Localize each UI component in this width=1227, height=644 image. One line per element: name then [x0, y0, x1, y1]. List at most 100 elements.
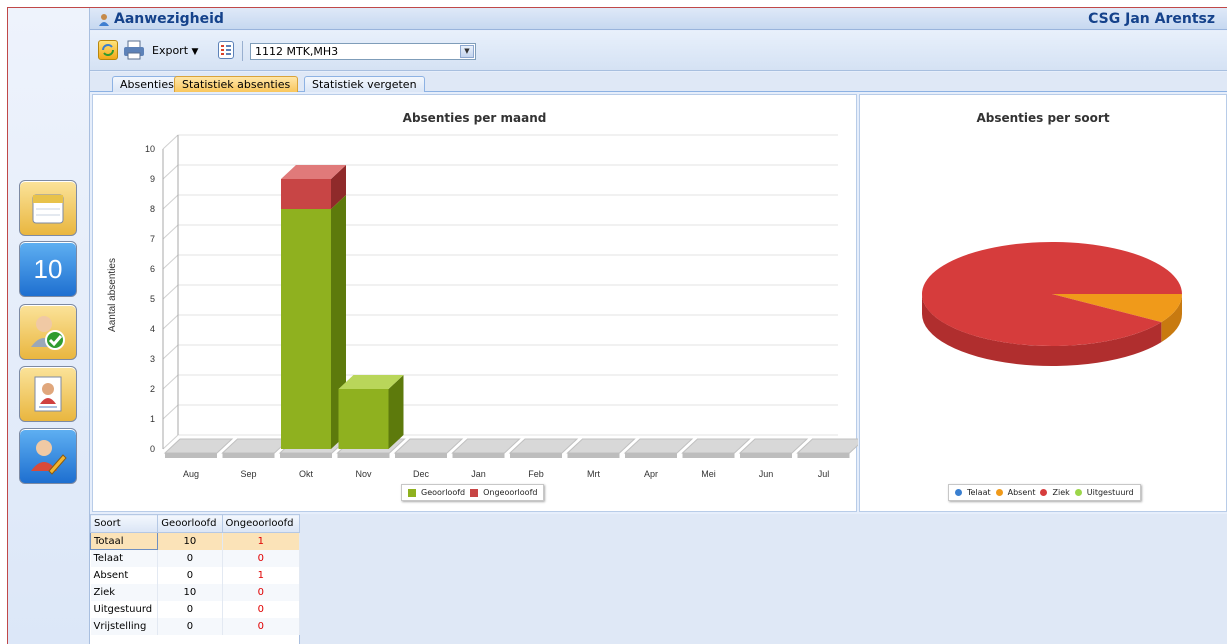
statistics-grid: Soort Geoorloofd Ongeoorloofd Totaal 10 1 T… [89, 514, 301, 644]
cell-geoorloofd: 0 [157, 566, 223, 584]
legend-label-ziek: Ziek [1052, 488, 1070, 497]
ten-icon[interactable]: 10 [19, 241, 77, 297]
cell-geoorloofd: 0 [157, 600, 223, 618]
y-tick-label: 8 [150, 204, 155, 214]
y-tick-label: 3 [150, 354, 155, 364]
floor-tile [566, 438, 636, 454]
floor-edge [222, 453, 275, 458]
cell-soort: Totaal [89, 532, 159, 550]
floor-tile [451, 438, 521, 454]
toolbar: Export ▼ 1112 MTK,MH3 ▼ [90, 31, 1227, 71]
table-row[interactable]: Ziek 10 0 [90, 583, 301, 601]
x-tick-label: Jan [471, 469, 486, 479]
table-row[interactable]: Absent 0 1 [90, 566, 301, 584]
x-tick-label: Apr [644, 469, 658, 479]
y-tick-label: 1 [150, 414, 155, 424]
floor-tile [796, 438, 858, 454]
legend-label-uitgestuurd: Uitgestuurd [1086, 488, 1134, 497]
refresh-icon[interactable] [98, 40, 118, 60]
gridline-side [162, 374, 179, 390]
app-title-text: Aanwezigheid [114, 11, 224, 27]
floor-edge [740, 453, 792, 458]
floor-tile [163, 438, 234, 454]
legend-dot-absent [995, 489, 1003, 496]
export-button[interactable]: Export ▼ [152, 44, 198, 57]
floor-edge [165, 453, 217, 458]
tab-statistiek-absenties[interactable]: Statistiek absenties [174, 76, 299, 92]
cell-ongeoorloofd: 1 [222, 532, 301, 550]
calendar-icon[interactable] [19, 180, 77, 236]
floor-tile [393, 438, 464, 454]
y-tick-label: 0 [150, 444, 155, 454]
chevron-down-icon: ▼ [191, 47, 199, 57]
cell-soort: Vrijstelling [90, 617, 159, 635]
column-header-soort[interactable]: Soort [89, 514, 159, 533]
x-tick-label: Jul [818, 469, 830, 479]
floor-edge [510, 453, 562, 458]
tab-absenties[interactable]: Absenties [112, 76, 182, 92]
left-nav: 10 [8, 8, 90, 644]
bar-chart-legend: Geoorloofd Ongeoorloofd [401, 484, 545, 501]
legend-label-ongeoorloofd: Ongeoorloofd [483, 488, 538, 497]
legend-dot-telaat [955, 489, 962, 496]
user-check-icon[interactable] [19, 304, 77, 360]
gridline-side [162, 254, 179, 270]
chevron-down-icon[interactable]: ▼ [460, 45, 474, 58]
ten-label: 10 [33, 253, 63, 284]
gridline-side [162, 284, 179, 300]
cell-soort: Absent [90, 566, 159, 584]
x-tick-label: Mrt [587, 469, 600, 479]
legend-label-absent: Absent [1007, 488, 1036, 497]
y-tick-label: 7 [150, 234, 155, 244]
y-axis-title: Aantal absenties [107, 258, 118, 332]
floor-edge [625, 453, 677, 458]
floor-edge [337, 453, 390, 458]
cell-ongeoorloofd: 0 [222, 583, 301, 601]
floor-tile [221, 438, 291, 454]
title-bar: Aanwezigheid CSG Jan Arentsz [90, 8, 1227, 30]
bar-chart: 0 1 2 3 4 5 6 7 8 9 10 Aantal absenties Aug Sep Okt Nov… [107, 134, 858, 479]
floor-edge [452, 453, 505, 458]
tab-statistiek-vergeten[interactable]: Statistiek vergeten [304, 76, 425, 92]
bar-ongeoorloofd-okt [281, 179, 331, 209]
portrait-icon[interactable] [19, 366, 77, 422]
column-header-geoorloofd[interactable]: Geoorloofd [157, 514, 223, 533]
print-icon[interactable] [123, 40, 144, 60]
column-header-ongeoorloofd[interactable]: Ongeoorloofd [221, 514, 301, 533]
floor-edge [280, 453, 332, 458]
school-name: CSG Jan Arentsz [1088, 11, 1215, 27]
gridline-side [162, 224, 179, 240]
cell-geoorloofd: 10 [157, 532, 223, 550]
table-row[interactable]: Uitgestuurd 0 0 [90, 600, 301, 618]
bar-geoorloofd-okt [281, 209, 331, 449]
gridline-side [162, 344, 179, 360]
floor-edge [567, 453, 620, 458]
y-tick-label: 6 [150, 264, 155, 274]
gridline-side [162, 404, 179, 420]
floor-edge [395, 453, 447, 458]
legend-dot-ziek [1040, 489, 1048, 496]
cell-soort: Ziek [90, 583, 159, 601]
class-select-value: 1112 MTK,MH3 [255, 45, 339, 58]
x-tick-label: Aug [183, 469, 199, 479]
pie-slice-ziek [922, 242, 1182, 346]
floor-edge [682, 453, 735, 458]
y-tick-label: 10 [145, 144, 155, 154]
empty-panel [300, 514, 1227, 644]
cell-soort: Uitgestuurd [90, 600, 159, 618]
y-tick-label: 9 [150, 174, 155, 184]
list-icon[interactable] [218, 41, 234, 59]
legend-label-geoorloofd: Geoorloofd [421, 488, 466, 497]
floor-tile [738, 438, 809, 454]
class-select[interactable]: 1112 MTK,MH3 ▼ [250, 43, 476, 60]
table-row[interactable]: Vrijstelling 0 0 [90, 617, 301, 635]
pie-chart [922, 242, 1182, 366]
gridline-side [162, 164, 179, 180]
y-tick-label: 2 [150, 384, 155, 394]
table-row[interactable]: Totaal 10 1 [89, 532, 301, 550]
bar-chart-panel: Absenties per maand 0 1 2 3 4 5 6 7 8 9 10 Aantal a… [92, 94, 858, 512]
legend-swatch-geoorloofd [408, 488, 416, 497]
user-edit-icon[interactable] [19, 428, 77, 484]
cell-geoorloofd: 0 [157, 617, 223, 635]
table-row[interactable]: Telaat 0 0 [90, 549, 301, 567]
